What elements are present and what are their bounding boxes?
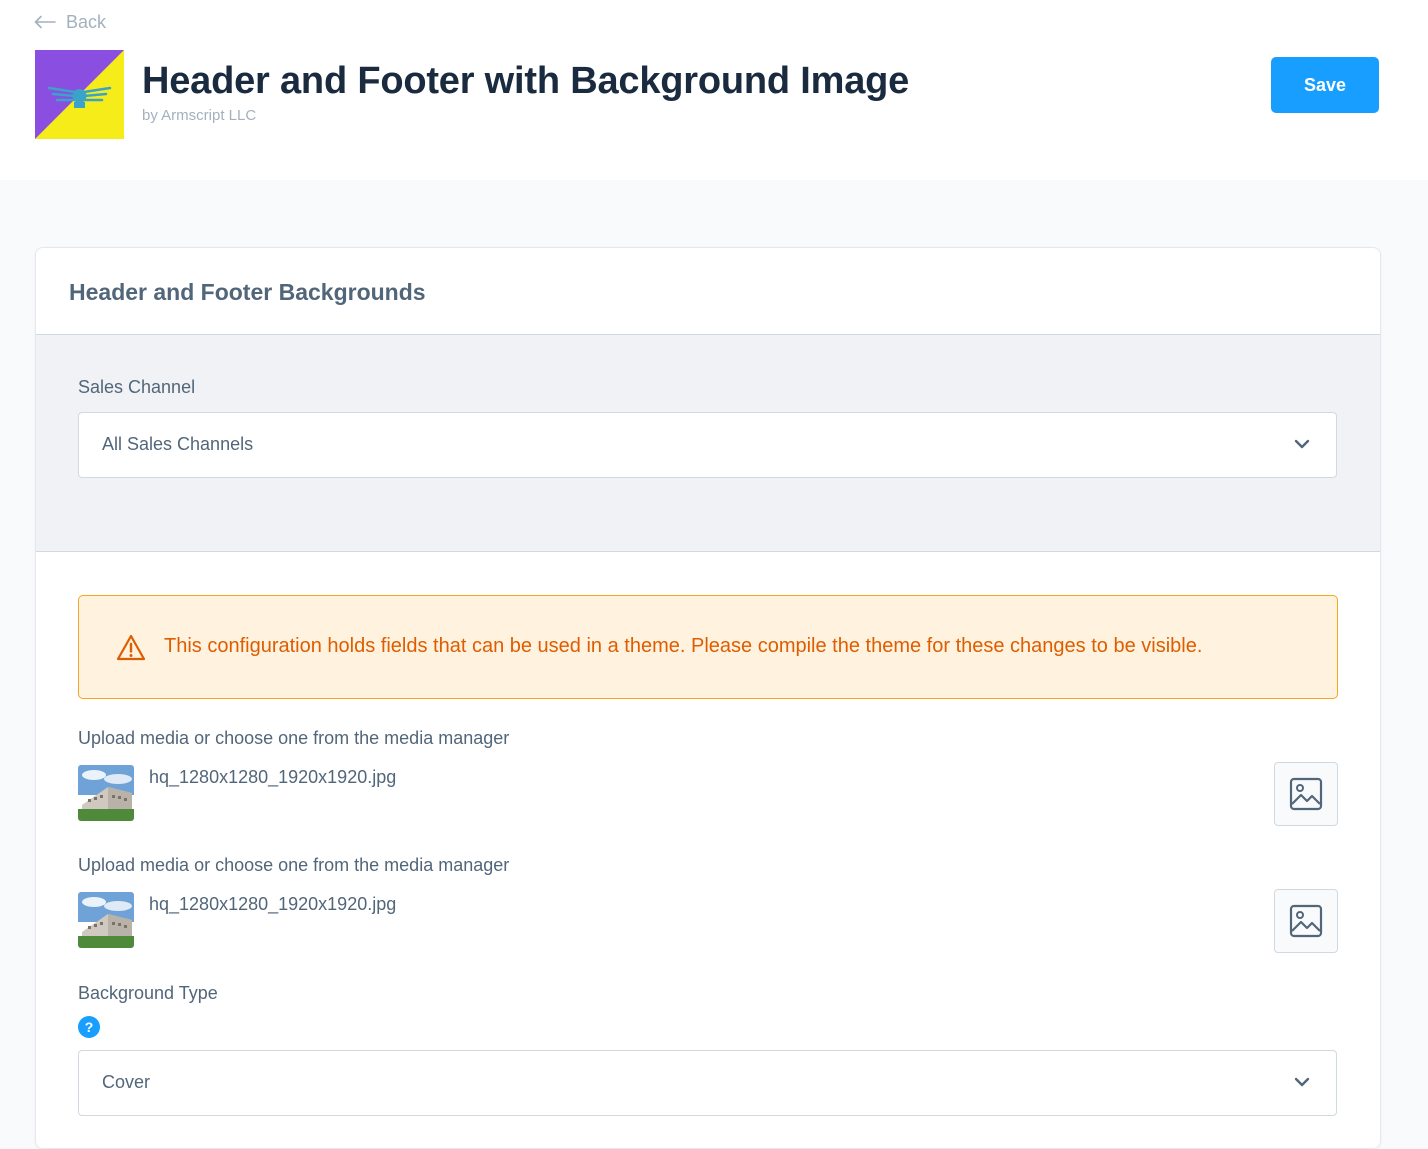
media-field-label: Upload media or choose one from the medi… — [78, 728, 510, 748]
warning-alert: This configuration holds fields that can… — [78, 595, 1338, 699]
card-title: Header and Footer Backgrounds — [69, 279, 426, 305]
back-link[interactable]: Back — [34, 10, 106, 34]
sales-channel-section: Sales Channel All Sales Channels — [36, 335, 1380, 552]
plugin-logo — [35, 50, 124, 139]
background-type-label: Background Type — [78, 983, 218, 1003]
arrow-left-icon — [34, 15, 56, 29]
warning-icon — [116, 634, 146, 661]
image-icon — [1289, 904, 1323, 938]
media-field-label: Upload media or choose one from the medi… — [78, 855, 510, 875]
image-icon — [1289, 777, 1323, 811]
chevron-down-icon — [1294, 439, 1310, 449]
card-header: Header and Footer Backgrounds — [36, 248, 1380, 335]
plugin-author: by Armscript LLC — [142, 107, 257, 124]
background-type-value: Cover — [102, 1072, 151, 1092]
top-bar: Back Header and Footer with Background I… — [0, 0, 1428, 180]
sales-channel-label: Sales Channel — [78, 377, 196, 397]
save-button[interactable]: Save — [1271, 57, 1379, 113]
chevron-down-icon — [1294, 1077, 1310, 1087]
media-manager-button[interactable] — [1274, 762, 1338, 826]
config-card: Header and Footer Backgrounds Sales Chan… — [35, 247, 1381, 1149]
media-manager-button[interactable] — [1274, 889, 1338, 953]
media-filename: hq_1280x1280_1920x1920.jpg — [149, 767, 397, 787]
media-thumbnail — [78, 765, 134, 821]
warning-text: This configuration holds fields that can… — [164, 635, 1203, 657]
sales-channel-select[interactable]: All Sales Channels — [78, 412, 1337, 478]
page-title: Header and Footer with Background Image — [142, 60, 910, 102]
back-label: Back — [66, 11, 107, 32]
media-filename: hq_1280x1280_1920x1920.jpg — [149, 894, 397, 914]
help-icon[interactable]: ? — [78, 1016, 100, 1038]
background-type-select[interactable]: Cover — [78, 1050, 1337, 1116]
media-thumbnail — [78, 892, 134, 948]
sales-channel-value: All Sales Channels — [102, 434, 254, 454]
